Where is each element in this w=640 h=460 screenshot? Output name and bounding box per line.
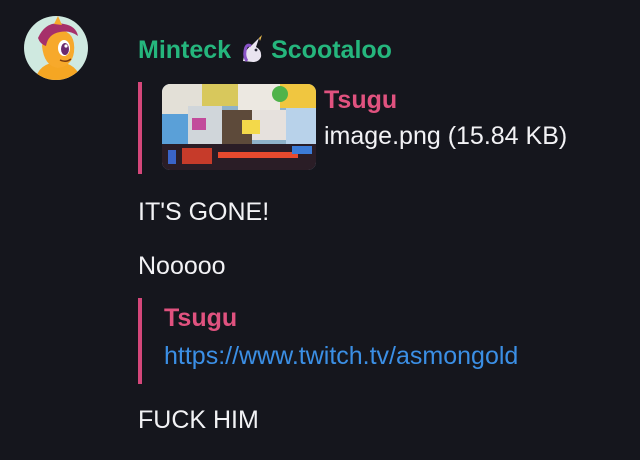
- pony-avatar-icon: [24, 16, 88, 80]
- sender-line: Minteck Scootaloo: [138, 34, 392, 66]
- sender-name[interactable]: Minteck: [138, 36, 231, 65]
- message-line: FUCK HIM: [138, 406, 259, 434]
- reply-author[interactable]: Tsugu: [164, 304, 237, 333]
- image-preview-icon: [162, 84, 316, 170]
- unicorn-icon: [243, 35, 263, 62]
- reply-quote-link[interactable]: Tsugu https://www.twitch.tv/asmongold: [138, 298, 612, 384]
- forwarded-from-name[interactable]: Scootaloo: [271, 36, 392, 65]
- avatar[interactable]: [24, 16, 88, 80]
- reply-author[interactable]: Tsugu: [324, 86, 397, 115]
- reply-quote-image[interactable]: Tsugu image.png (15.84 KB): [138, 82, 612, 174]
- chat-message: Minteck Scootaloo Tsugu image.png (15.84…: [0, 0, 640, 460]
- attachment-label[interactable]: image.png (15.84 KB): [324, 122, 567, 151]
- image-thumbnail[interactable]: [162, 84, 316, 170]
- message-line: IT'S GONE!: [138, 198, 270, 226]
- message-line: Nooooo: [138, 252, 226, 280]
- twitch-link[interactable]: https://www.twitch.tv/asmongold: [164, 342, 518, 371]
